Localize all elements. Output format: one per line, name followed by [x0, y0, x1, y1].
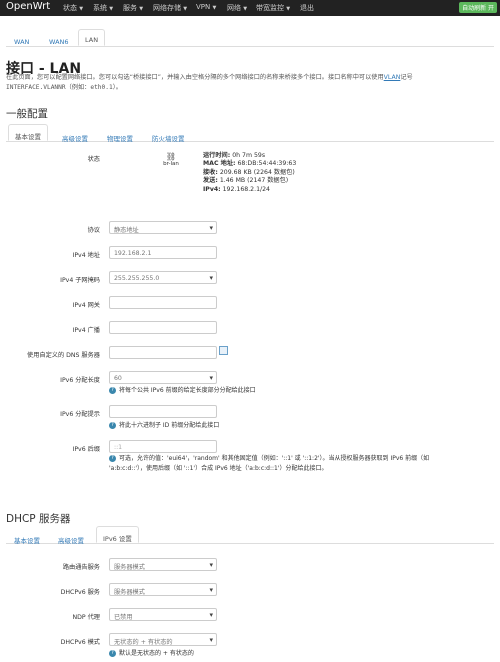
ip6assign-select[interactable]: 60	[109, 371, 217, 384]
gateway-input[interactable]	[109, 296, 217, 309]
netmask-select[interactable]: 255.255.255.0	[109, 271, 217, 284]
status-details: 运行时间: 0h 7m 59s MAC 地址: 68:DB:54:44:39:6…	[203, 152, 297, 193]
caret-down-icon: ▼	[183, 6, 188, 12]
tab-wan6[interactable]: WAN6	[43, 32, 75, 46]
dns-input[interactable]	[109, 346, 217, 359]
tab-dhcp-basic[interactable]: 基本设置	[8, 529, 46, 545]
netmask-label: IPv4 子网掩码	[60, 277, 100, 284]
dhcpv6-mode-label: DHCPv6 模式	[60, 639, 100, 646]
tab-basic[interactable]: 基本设置	[8, 124, 48, 141]
caret-down-icon: ▼	[286, 6, 291, 12]
rx-value: 209.68 KB (2264 数据包)	[219, 168, 295, 176]
general-tabs: 基本设置 高级设置 物理设置 防火墙设置	[6, 124, 494, 143]
dhcpv6-mode-hint: ? 默认是无状态的 + 有状态的	[109, 648, 194, 657]
dhcp-tabs: 基本设置 高级设置 IPv6 设置	[6, 526, 494, 545]
ip6suffix-input[interactable]: ::1	[109, 440, 217, 453]
ip6assign-label: IPv6 分配长度	[60, 377, 100, 384]
ip6hint-input[interactable]	[109, 405, 217, 418]
protocol-label: 协议	[87, 227, 100, 234]
page-description: 在此页面，您可以配置网络接口。您可以勾选“桥接接口”，并输入由空格分隔的多个网络…	[6, 74, 413, 91]
tab-dhcp-advanced[interactable]: 高级设置	[52, 529, 90, 545]
broadcast-label: IPv4 广播	[72, 327, 101, 334]
ipv4-addr-label: IPv4 地址	[72, 252, 101, 259]
iface-status: ⛓ br-lan	[160, 152, 182, 167]
uptime-value: 0h 7m 59s	[232, 152, 266, 159]
ndp-select[interactable]: 已禁用	[109, 608, 217, 621]
menu-vpn[interactable]: VPN ▼	[196, 3, 216, 11]
mac-value: 68:DB:54:44:39:63	[237, 160, 297, 168]
caret-down-icon: ▼	[212, 5, 217, 11]
help-icon: ?	[109, 650, 116, 657]
dhcpv6-label: DHCPv6 服务	[60, 589, 100, 596]
network-icon: ⛓	[165, 152, 177, 161]
interface-tabs: WAN WAN6 LAN	[6, 29, 494, 47]
tab-firewall[interactable]: 防火墙设置	[146, 127, 191, 143]
tab-physical[interactable]: 物理设置	[101, 127, 139, 143]
caret-down-icon: ▼	[139, 6, 144, 12]
vlan-link[interactable]: VLAN	[384, 74, 401, 81]
section-general-heading: 一般配置	[6, 108, 48, 120]
section-dhcp-heading: DHCP 服务器	[6, 513, 71, 525]
ipv4-addr-input[interactable]: 192.168.2.1	[109, 246, 217, 259]
menu-status[interactable]: 状态 ▼	[63, 3, 83, 13]
menu-services[interactable]: 服务 ▼	[123, 3, 143, 13]
gateway-label: IPv4 网关	[72, 302, 101, 309]
protocol-select[interactable]: 静态地址	[109, 221, 217, 234]
tx-value: 1.46 MB (2147 数据包)	[219, 177, 289, 185]
dhcpv6-mode-select[interactable]: 无状态的 + 有状态的	[109, 633, 217, 646]
help-icon: ?	[109, 422, 116, 429]
menu-network[interactable]: 网络 ▼	[227, 3, 247, 13]
broadcast-input[interactable]	[109, 321, 217, 334]
ip6suffix-label: IPv6 后缀	[72, 446, 101, 453]
ip6assign-hint: ? 将每个公共 IPv6 前缀的给定长度部分分配给此接口	[109, 385, 256, 394]
ndp-label: NDP 代理	[72, 614, 100, 621]
dhcpv6-select[interactable]: 服务器模式	[109, 583, 217, 596]
menu-nas[interactable]: 网络存储 ▼	[153, 3, 187, 13]
caret-down-icon: ▼	[79, 6, 84, 12]
ipv4-value: 192.168.2.1/24	[222, 185, 270, 193]
top-navbar: OpenWrt 状态 ▼ 系统 ▼ 服务 ▼ 网络存储 ▼ VPN ▼ 网络 ▼…	[0, 0, 500, 16]
caret-down-icon: ▼	[243, 6, 248, 12]
caret-down-icon: ▼	[109, 6, 114, 12]
dns-label: 使用自定义的 DNS 服务器	[27, 352, 100, 359]
autorefresh-badge[interactable]: 自动刷新 开	[459, 2, 497, 13]
ra-label: 路由通告服务	[62, 564, 100, 571]
tab-wan[interactable]: WAN	[8, 32, 35, 46]
help-icon: ?	[109, 387, 116, 394]
tab-advanced[interactable]: 高级设置	[56, 127, 94, 143]
menu-logout[interactable]: 退出	[300, 3, 314, 13]
add-dns-button[interactable]	[219, 346, 228, 355]
brand-logo[interactable]: OpenWrt	[6, 1, 50, 12]
tab-lan[interactable]: LAN	[78, 29, 106, 46]
ip6suffix-hint: ? 可选，允许的值：'eui64'，'random' 和其他固定值（例如：'::1…	[109, 455, 430, 472]
ip6hint-label: IPv6 分配提示	[60, 411, 100, 418]
ra-select[interactable]: 服务器模式	[109, 558, 217, 571]
help-icon: ?	[109, 455, 116, 462]
ip6hint-hint: ? 将此十六进制子 ID 前缀分配给此接口	[109, 420, 219, 429]
menu-bandwidth[interactable]: 带宽监控 ▼	[256, 3, 290, 13]
iface-name: br-lan	[163, 161, 179, 167]
menu-system[interactable]: 系统 ▼	[93, 3, 113, 13]
tab-dhcp-ipv6[interactable]: IPv6 设置	[96, 526, 139, 543]
status-label: 状态	[87, 156, 100, 163]
